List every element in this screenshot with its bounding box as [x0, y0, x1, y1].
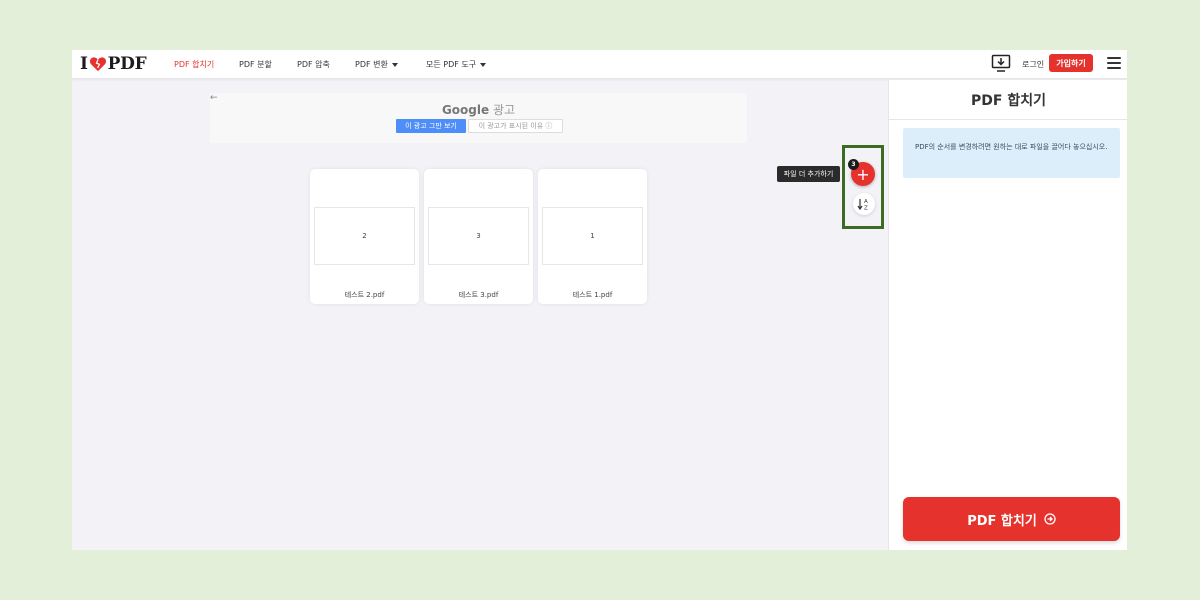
- add-files-tooltip: 파일 더 추가하기: [777, 166, 840, 182]
- sort-button[interactable]: A Z: [853, 193, 875, 215]
- logo-text-pdf: PDF: [107, 54, 147, 74]
- logo-letter-i: I: [80, 54, 88, 74]
- sort-az-icon: A Z: [857, 199, 868, 212]
- highlight-box: [842, 145, 884, 229]
- file-card[interactable]: 1 테스트 1.pdf: [538, 169, 647, 304]
- file-thumbnail: 1: [542, 207, 643, 265]
- stop-ad-button[interactable]: 이 광고 그만 보기: [396, 119, 466, 133]
- caret-down-icon: [480, 62, 487, 67]
- file-card[interactable]: 2 테스트 2.pdf: [310, 169, 419, 304]
- google-ad-banner: ← Google 광고 이 광고 그만 보기 이 광고가 표시된 이유 ⓘ: [210, 93, 747, 143]
- nav-convert-pdf-label: PDF 변환: [355, 60, 388, 69]
- ad-title: Google 광고: [210, 101, 747, 118]
- desktop-download-icon[interactable]: [991, 54, 1011, 73]
- file-card[interactable]: 3 테스트 3.pdf: [424, 169, 533, 304]
- file-page-number: 1: [590, 232, 595, 240]
- nav-convert-pdf[interactable]: PDF 변환: [355, 59, 398, 70]
- info-message: PDF의 순서를 변경하려면 원하는 대로 파일을 끌어다 놓으십시오.: [903, 128, 1120, 178]
- nav-split-pdf-label: PDF 분할: [239, 60, 272, 69]
- merge-sidebar: PDF 합치기 PDF의 순서를 변경하려면 원하는 대로 파일을 끌어다 놓으…: [888, 80, 1127, 550]
- signup-button[interactable]: 가입하기: [1049, 54, 1093, 72]
- nav-compress-pdf-label: PDF 압축: [297, 60, 330, 69]
- file-thumbnail: 2: [314, 207, 415, 265]
- ad-brand: Google: [441, 103, 490, 117]
- sidebar-title: PDF 합치기: [889, 80, 1127, 120]
- merge-pdf-button[interactable]: PDF 합치기: [903, 497, 1120, 541]
- file-count-badge: 3: [848, 159, 859, 170]
- nav-compress-pdf[interactable]: PDF 압축: [297, 59, 330, 70]
- caret-down-icon: [391, 62, 398, 67]
- app-window: I PDF PDF 합치기 PDF 분할 PDF 압축 PDF 변환 모든 PD…: [72, 50, 1127, 550]
- ad-label: 광고: [492, 103, 516, 117]
- svg-text:Z: Z: [864, 206, 868, 212]
- nav-merge-pdf-label: PDF 합치기: [174, 60, 215, 69]
- nav-all-tools[interactable]: 모든 PDF 도구: [426, 59, 487, 70]
- merge-pdf-button-label: PDF 합치기: [967, 513, 1037, 529]
- file-thumbnail: 3: [428, 207, 529, 265]
- svg-text:A: A: [864, 199, 868, 205]
- file-page-number: 3: [476, 232, 481, 240]
- hamburger-menu-icon[interactable]: [1107, 57, 1121, 69]
- arrow-circle-right-icon: [1044, 513, 1056, 525]
- file-page-number: 2: [362, 232, 367, 240]
- nav-merge-pdf[interactable]: PDF 합치기: [174, 59, 214, 70]
- top-navigation: I PDF PDF 합치기 PDF 분할 PDF 압축 PDF 변환 모든 PD…: [72, 50, 1127, 79]
- why-ad-button[interactable]: 이 광고가 표시된 이유 ⓘ: [468, 119, 563, 133]
- plus-icon: +: [856, 164, 870, 184]
- login-link[interactable]: 로그인: [1022, 59, 1044, 70]
- heart-logo-icon: [89, 57, 106, 72]
- nav-all-tools-label: 모든 PDF 도구: [426, 60, 477, 69]
- file-name: 테스트 3.pdf: [458, 291, 499, 299]
- file-name: 테스트 2.pdf: [344, 291, 385, 299]
- ilovepdf-logo[interactable]: I PDF: [80, 54, 147, 74]
- nav-split-pdf[interactable]: PDF 분할: [239, 59, 272, 70]
- file-name: 테스트 1.pdf: [572, 291, 613, 299]
